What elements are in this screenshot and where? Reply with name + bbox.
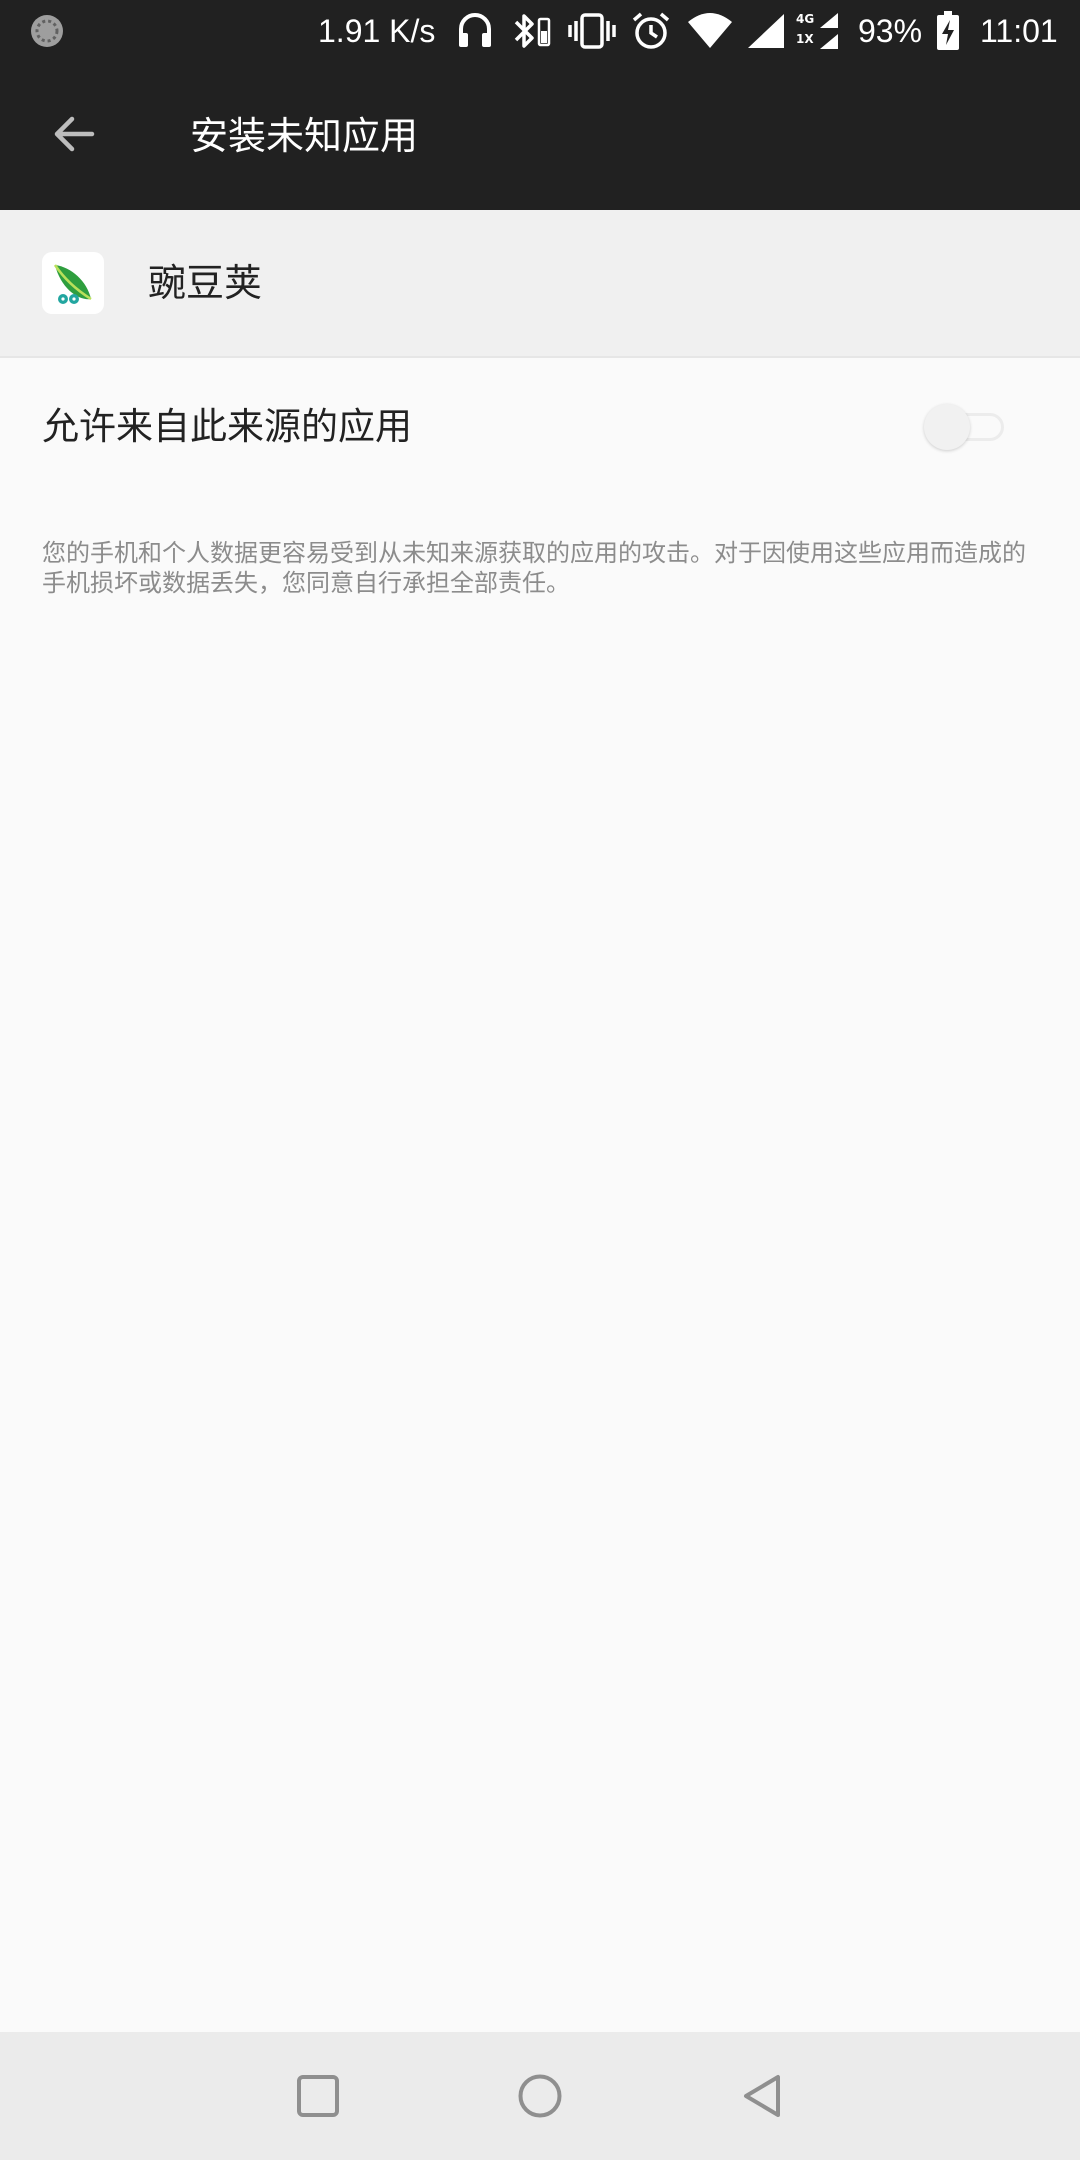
app-bar: 安装未知应用 bbox=[0, 62, 1080, 210]
home-icon bbox=[518, 2074, 562, 2118]
allow-unknown-sources-toggle[interactable] bbox=[924, 404, 1008, 450]
recents-icon bbox=[297, 2075, 339, 2117]
network-type-bottom: 1X bbox=[796, 32, 814, 46]
dual-signal-icon: 4G 1X bbox=[796, 0, 840, 62]
nav-back-button[interactable] bbox=[720, 2054, 804, 2138]
back-icon bbox=[744, 2075, 780, 2117]
sync-icon bbox=[28, 0, 66, 62]
home-button[interactable] bbox=[498, 2054, 582, 2138]
navigation-bar bbox=[0, 2032, 1080, 2160]
signal-icon bbox=[746, 0, 786, 62]
wandoujia-icon bbox=[42, 252, 104, 314]
app-header: 豌豆荚 bbox=[0, 210, 1080, 358]
network-type-top: 4G bbox=[796, 12, 815, 26]
battery-percent: 93% bbox=[858, 12, 923, 49]
status-bar: 1.91 K/s 4G 1X 93% 11:01 bbox=[0, 0, 1080, 62]
headphones-icon bbox=[456, 0, 494, 62]
page-title: 安装未知应用 bbox=[190, 114, 419, 158]
battery-charging-icon bbox=[936, 0, 960, 62]
wifi-icon bbox=[686, 0, 734, 62]
allow-unknown-sources-label: 允许来自此来源的应用 bbox=[42, 405, 412, 448]
security-warning-text: 您的手机和个人数据更容易受到从未知来源获取的应用的攻击。对于因使用这些应用而造成… bbox=[42, 539, 1026, 597]
recents-button[interactable] bbox=[276, 2054, 360, 2138]
toggle-thumb bbox=[924, 404, 970, 450]
network-speed: 1.91 K/s bbox=[318, 12, 436, 49]
arrow-left-icon bbox=[54, 116, 95, 152]
vibrate-icon bbox=[568, 0, 616, 62]
back-button[interactable] bbox=[38, 98, 110, 170]
alarm-icon bbox=[630, 0, 672, 62]
app-name: 豌豆荚 bbox=[148, 261, 263, 305]
clock: 11:01 bbox=[980, 12, 1058, 49]
allow-unknown-sources-row[interactable]: 允许来自此来源的应用 bbox=[0, 358, 1080, 496]
bluetooth-icon bbox=[510, 0, 554, 62]
